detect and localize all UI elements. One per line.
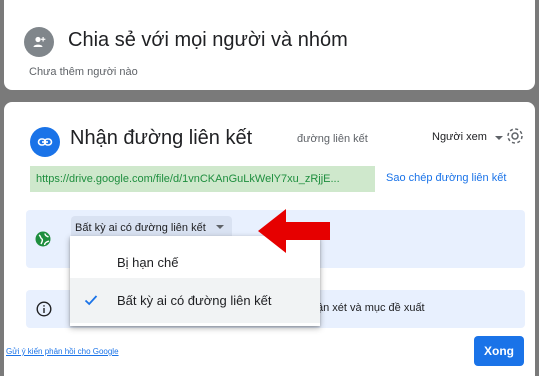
done-button[interactable]: Xong (474, 336, 524, 366)
add-person-icon (24, 27, 54, 57)
check-icon (84, 293, 98, 307)
feedback-link[interactable]: Gửi ý kiến phản hồi cho Google (6, 347, 119, 356)
chevron-down-icon (215, 225, 224, 229)
chevron-down-icon (494, 136, 503, 140)
annotation-arrow-icon (256, 207, 336, 253)
menu-item-anyone-with-link[interactable]: Bất kỳ ai có đường liên kết (70, 278, 320, 323)
share-title: Chia sẻ với mọi người và nhóm (68, 29, 348, 51)
role-label: Người xem (432, 131, 487, 143)
copy-link-button[interactable]: Sao chép đường liên kết (386, 172, 506, 184)
link-icon (30, 127, 60, 157)
access-description: đường liên kết (297, 133, 368, 145)
access-level-label: Bất kỳ ai có đường liên kết (75, 222, 206, 234)
share-subtitle: Chưa thêm người nào (29, 66, 138, 78)
share-people-card: Chia sẻ với mọi người và nhóm Chưa thêm … (4, 0, 535, 90)
gear-icon[interactable] (504, 125, 526, 147)
menu-item-label: Bị hạn chế (117, 255, 179, 270)
get-link-title: Nhận đường liên kết (70, 127, 253, 149)
info-icon (36, 301, 52, 317)
share-url-field[interactable]: https://drive.google.com/file/d/1vnCKAnG… (30, 166, 375, 192)
info-text: ận xét và mục đề xuất (317, 302, 425, 314)
globe-icon (34, 230, 52, 248)
menu-item-label: Bất kỳ ai có đường liên kết (117, 293, 272, 308)
role-dropdown[interactable]: Người xem (432, 131, 503, 143)
